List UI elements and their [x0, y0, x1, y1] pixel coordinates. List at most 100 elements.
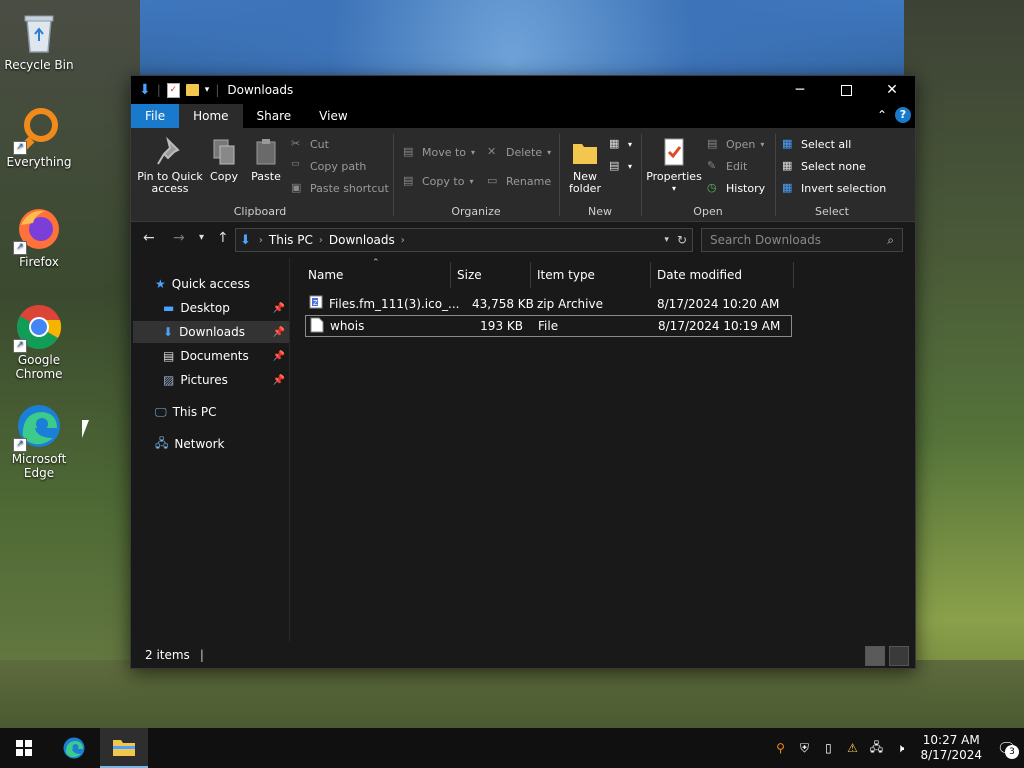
tab-file[interactable]: File — [131, 104, 180, 128]
nav-this-pc[interactable]: 🖵 This PC — [155, 401, 217, 423]
desktop-icon-everything[interactable]: ↗ Everything — [1, 105, 77, 169]
volume-muted-icon[interactable]: 🕨 — [888, 728, 912, 768]
nav-pictures[interactable]: ▨ Pictures 📌 — [133, 369, 289, 391]
rename-icon: ▭ — [487, 174, 498, 187]
ribbon-separator — [393, 134, 394, 216]
tab-home[interactable]: Home — [179, 104, 243, 128]
action-center-button[interactable]: 🗨 3 — [990, 728, 1024, 768]
cut-button[interactable]: ✂ Cut — [291, 137, 329, 151]
pin-to-quick-access-button[interactable]: Pin to Quick access — [137, 136, 203, 195]
tab-share[interactable]: Share — [243, 104, 306, 128]
easy-access-button[interactable]: ▤ ▾ — [609, 159, 632, 173]
new-folder-small-icon[interactable] — [185, 84, 199, 96]
zip-archive-icon: Z — [309, 295, 323, 312]
tab-view[interactable]: View — [305, 104, 361, 128]
desktop-icon-microsoft-edge[interactable]: ↗ Microsoft Edge — [1, 402, 77, 480]
file-date: 8/17/2024 10:19 AM — [658, 319, 781, 333]
qat-dropdown-icon[interactable]: ▾ — [205, 85, 210, 95]
copy-button[interactable]: Copy — [207, 136, 241, 183]
address-bar[interactable]: ⬇ › This PC › Downloads › ▾ ↻ — [235, 228, 693, 252]
group-label-clipboard: Clipboard — [233, 205, 287, 218]
copy-to-button[interactable]: ▤ Copy to ▾ — [403, 174, 473, 188]
taskbar-file-explorer[interactable] — [100, 728, 148, 768]
invert-selection-button[interactable]: ▦ Invert selection — [782, 181, 886, 195]
usb-device-icon[interactable]: ▯ — [816, 728, 840, 768]
search-box[interactable]: Search Downloads ⌕ — [701, 228, 903, 252]
security-shield-icon[interactable]: ⛨ — [792, 728, 816, 768]
easy-access-icon: ▤ — [609, 159, 620, 172]
copy-path-button[interactable]: ▭ Copy path — [291, 159, 366, 173]
paste-shortcut-button[interactable]: ▣ Paste shortcut — [291, 181, 389, 195]
nav-desktop[interactable]: ▬ Desktop 📌 — [133, 297, 289, 319]
refresh-icon[interactable]: ↻ — [677, 233, 687, 247]
file-explorer-window[interactable]: ⬇ | ✓ ▾ | Downloads ─ ✕ File Home Share … — [130, 75, 916, 669]
breadcrumb-separator-icon: › — [318, 234, 323, 246]
shortcut-arrow-icon: ↗ — [13, 339, 27, 353]
recent-locations-button[interactable]: ▾ — [199, 232, 204, 243]
history-button[interactable]: ◷ History — [707, 181, 765, 195]
column-header-date-modified[interactable]: Date modified — [657, 262, 742, 288]
taskbar: ⚲ ⛨ ▯ ⚠ 🖧 🕨 10:27 AM 8/17/2024 🗨 3 — [0, 728, 1024, 768]
desktop-icon-recycle-bin[interactable]: Recycle Bin — [1, 8, 77, 72]
column-header-item-type[interactable]: Item type — [537, 262, 595, 288]
close-button[interactable]: ✕ — [869, 76, 915, 104]
forward-button[interactable]: → — [173, 230, 185, 246]
delete-button[interactable]: ✕ Delete ▾ — [487, 145, 551, 159]
everything-tray-icon[interactable]: ⚲ — [768, 728, 792, 768]
select-all-button[interactable]: ▦ Select all — [782, 137, 851, 151]
ribbon-separator — [641, 134, 642, 216]
new-folder-button[interactable]: New folder — [565, 136, 605, 195]
nav-network[interactable]: 🖧 Network — [155, 433, 225, 455]
nav-quick-access[interactable]: ★ Quick access — [155, 273, 250, 295]
maximize-button[interactable] — [823, 76, 869, 104]
nav-downloads[interactable]: ⬇ Downloads 📌 — [133, 321, 289, 343]
taskbar-edge[interactable] — [50, 728, 98, 768]
pin-icon: 📌 — [272, 326, 285, 338]
search-icon: ⌕ — [887, 232, 894, 247]
select-none-button[interactable]: ▦ Select none — [782, 159, 866, 173]
group-label-select: Select — [815, 205, 849, 218]
desktop-icon-google-chrome[interactable]: ↗ Google Chrome — [1, 303, 77, 381]
properties-check-icon[interactable]: ✓ — [166, 82, 180, 98]
file-list: ⌃ Name Size Item type Date modified Z Fi… — [290, 258, 915, 641]
network-tray-icon[interactable]: 🖧 — [864, 728, 888, 768]
nav-documents[interactable]: ▤ Documents 📌 — [133, 345, 289, 367]
copy-to-icon: ▤ — [403, 174, 414, 187]
breadcrumb-downloads[interactable]: Downloads — [329, 233, 395, 247]
rename-button[interactable]: ▭ Rename — [487, 174, 551, 188]
download-arrow-icon: ⬇ — [240, 232, 251, 248]
start-button[interactable] — [0, 728, 48, 768]
minimize-button[interactable]: ─ — [777, 76, 823, 104]
copy-icon — [208, 136, 240, 168]
edit-button[interactable]: ✎ Edit — [707, 159, 747, 173]
up-button[interactable]: ↑ — [217, 230, 229, 246]
move-to-button[interactable]: ▤ Move to ▾ — [403, 145, 475, 159]
file-row[interactable]: whois 193 KB File 8/17/2024 10:19 AM — [305, 315, 792, 337]
large-icons-view-button[interactable] — [889, 646, 909, 666]
clock[interactable]: 10:27 AM 8/17/2024 — [912, 733, 990, 763]
sort-ascending-icon: ⌃ — [372, 258, 380, 268]
file-row[interactable]: Z Files.fm_111(3).ico_... 43,758 KB zip … — [305, 294, 790, 314]
notification-count: 3 — [1005, 745, 1019, 759]
back-button[interactable]: ← — [143, 230, 155, 246]
paste-button[interactable]: Paste — [248, 136, 284, 183]
ribbon-separator — [559, 134, 560, 216]
edge-icon: ↗ — [13, 402, 63, 452]
wallpaper-ground — [0, 660, 1024, 730]
details-view-button[interactable] — [865, 646, 885, 666]
properties-button[interactable]: Properties ▾ — [645, 136, 703, 195]
help-icon[interactable]: ? — [895, 107, 911, 123]
title-bar[interactable]: ⬇ | ✓ ▾ | Downloads ─ ✕ — [131, 76, 915, 104]
ribbon-separator — [775, 134, 776, 216]
column-header-size[interactable]: Size — [457, 262, 482, 288]
breadcrumb-this-pc[interactable]: This PC — [269, 233, 313, 247]
collapse-ribbon-icon[interactable]: ⌃ — [877, 108, 887, 122]
desktop-icon-firefox[interactable]: ↗ Firefox — [1, 205, 77, 269]
search-placeholder: Search Downloads — [710, 233, 821, 247]
warning-icon[interactable]: ⚠ — [840, 728, 864, 768]
desktop-icon: ▬ — [163, 301, 175, 315]
new-item-button[interactable]: ▦ ▾ — [609, 137, 632, 151]
column-header-name[interactable]: Name — [308, 262, 343, 288]
address-dropdown-icon[interactable]: ▾ — [664, 235, 669, 245]
open-button[interactable]: ▤ Open ▾ — [707, 137, 764, 151]
